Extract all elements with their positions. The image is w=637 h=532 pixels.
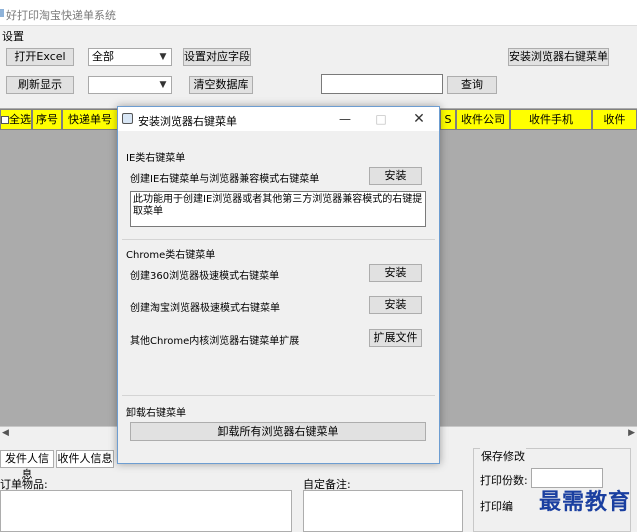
- close-icon[interactable]: ✕: [410, 111, 428, 127]
- printer-icon: [122, 113, 133, 124]
- print-number-label: 打印编: [480, 500, 513, 513]
- uninstall-all-button[interactable]: 卸载所有浏览器右键菜单: [130, 422, 426, 441]
- print-copies-label: 打印份数:: [480, 474, 528, 487]
- column-select-all-label: 全选: [9, 113, 31, 126]
- column-tracking-number[interactable]: 快递单号: [62, 109, 118, 130]
- tab-recipient-info[interactable]: 收件人信息: [56, 450, 114, 468]
- row-360-label: 创建360浏览器极速模式右键菜单: [130, 271, 280, 282]
- column-recipient[interactable]: 收件: [592, 109, 637, 130]
- column-index[interactable]: 序号: [32, 109, 62, 130]
- ie-section-label: IE类右键菜单: [126, 153, 186, 164]
- ie-description: 此功能用于创建IE浏览器或者其他第三方浏览器兼容模式的右键提取菜单: [130, 191, 426, 227]
- scroll-left-icon[interactable]: ◀: [2, 428, 9, 438]
- scroll-right-icon[interactable]: ▶: [628, 428, 635, 438]
- window-title: 好打印淘宝快递单系统: [6, 9, 116, 22]
- tab-sender-info[interactable]: 发件人信息: [0, 450, 54, 481]
- ie-row-label: 创建IE右键菜单与浏览器兼容模式右键菜单: [130, 174, 320, 185]
- row-other-label: 其他Chrome内核浏览器右键菜单扩展: [130, 336, 300, 347]
- watermark-text: 最需教育: [538, 489, 631, 515]
- column-partial[interactable]: S: [440, 109, 456, 130]
- set-fields-button[interactable]: 设置对应字段: [183, 48, 251, 66]
- maximize-icon: □: [375, 112, 387, 126]
- row-taobao-label: 创建淘宝浏览器极速模式右键菜单: [130, 303, 280, 314]
- chevron-down-icon: ▼: [159, 52, 167, 62]
- custom-note-textarea[interactable]: [303, 490, 463, 532]
- open-excel-button[interactable]: 打开Excel: [6, 48, 74, 66]
- install-taobao-button[interactable]: 安装: [369, 296, 422, 314]
- query-button[interactable]: 查询: [447, 76, 497, 94]
- settings-group-label: 设置: [2, 30, 24, 43]
- checkbox-icon[interactable]: [1, 116, 9, 124]
- minimize-icon[interactable]: —: [336, 111, 354, 127]
- secondary-combo[interactable]: ▼: [88, 76, 172, 94]
- main-titlebar: 好打印淘宝快递单系统: [0, 0, 637, 26]
- dialog-titlebar: 安装浏览器右键菜单 — □ ✕: [118, 107, 439, 131]
- dialog-title: 安装浏览器右键菜单: [138, 115, 237, 128]
- filter-combo[interactable]: 全部 ▼: [88, 48, 172, 66]
- clear-database-button[interactable]: 清空数据库: [189, 76, 253, 94]
- app-icon: [0, 9, 4, 17]
- separator: [122, 239, 435, 240]
- column-select-all[interactable]: 全选: [0, 109, 32, 130]
- extension-file-button[interactable]: 扩展文件: [369, 329, 422, 347]
- column-recipient-phone[interactable]: 收件手机: [510, 109, 592, 130]
- search-input[interactable]: [321, 74, 443, 94]
- uninstall-section-label: 卸载右键菜单: [126, 408, 186, 419]
- refresh-button[interactable]: 刷新显示: [6, 76, 74, 94]
- install-browser-menu-button[interactable]: 安装浏览器右键菜单: [508, 48, 609, 66]
- ie-install-button[interactable]: 安装: [369, 167, 422, 185]
- install-360-button[interactable]: 安装: [369, 264, 422, 282]
- save-changes-label: 保存修改: [480, 448, 526, 464]
- chevron-down-icon: ▼: [159, 80, 167, 90]
- separator: [122, 395, 435, 396]
- chrome-section-label: Chrome类右键菜单: [126, 250, 216, 261]
- filter-combo-value: 全部: [92, 50, 114, 63]
- install-menu-dialog: 安装浏览器右键菜单 — □ ✕ IE类右键菜单 创建IE右键菜单与浏览器兼容模式…: [117, 106, 440, 464]
- order-items-textarea[interactable]: [0, 490, 292, 532]
- column-recipient-company[interactable]: 收件公司: [456, 109, 510, 130]
